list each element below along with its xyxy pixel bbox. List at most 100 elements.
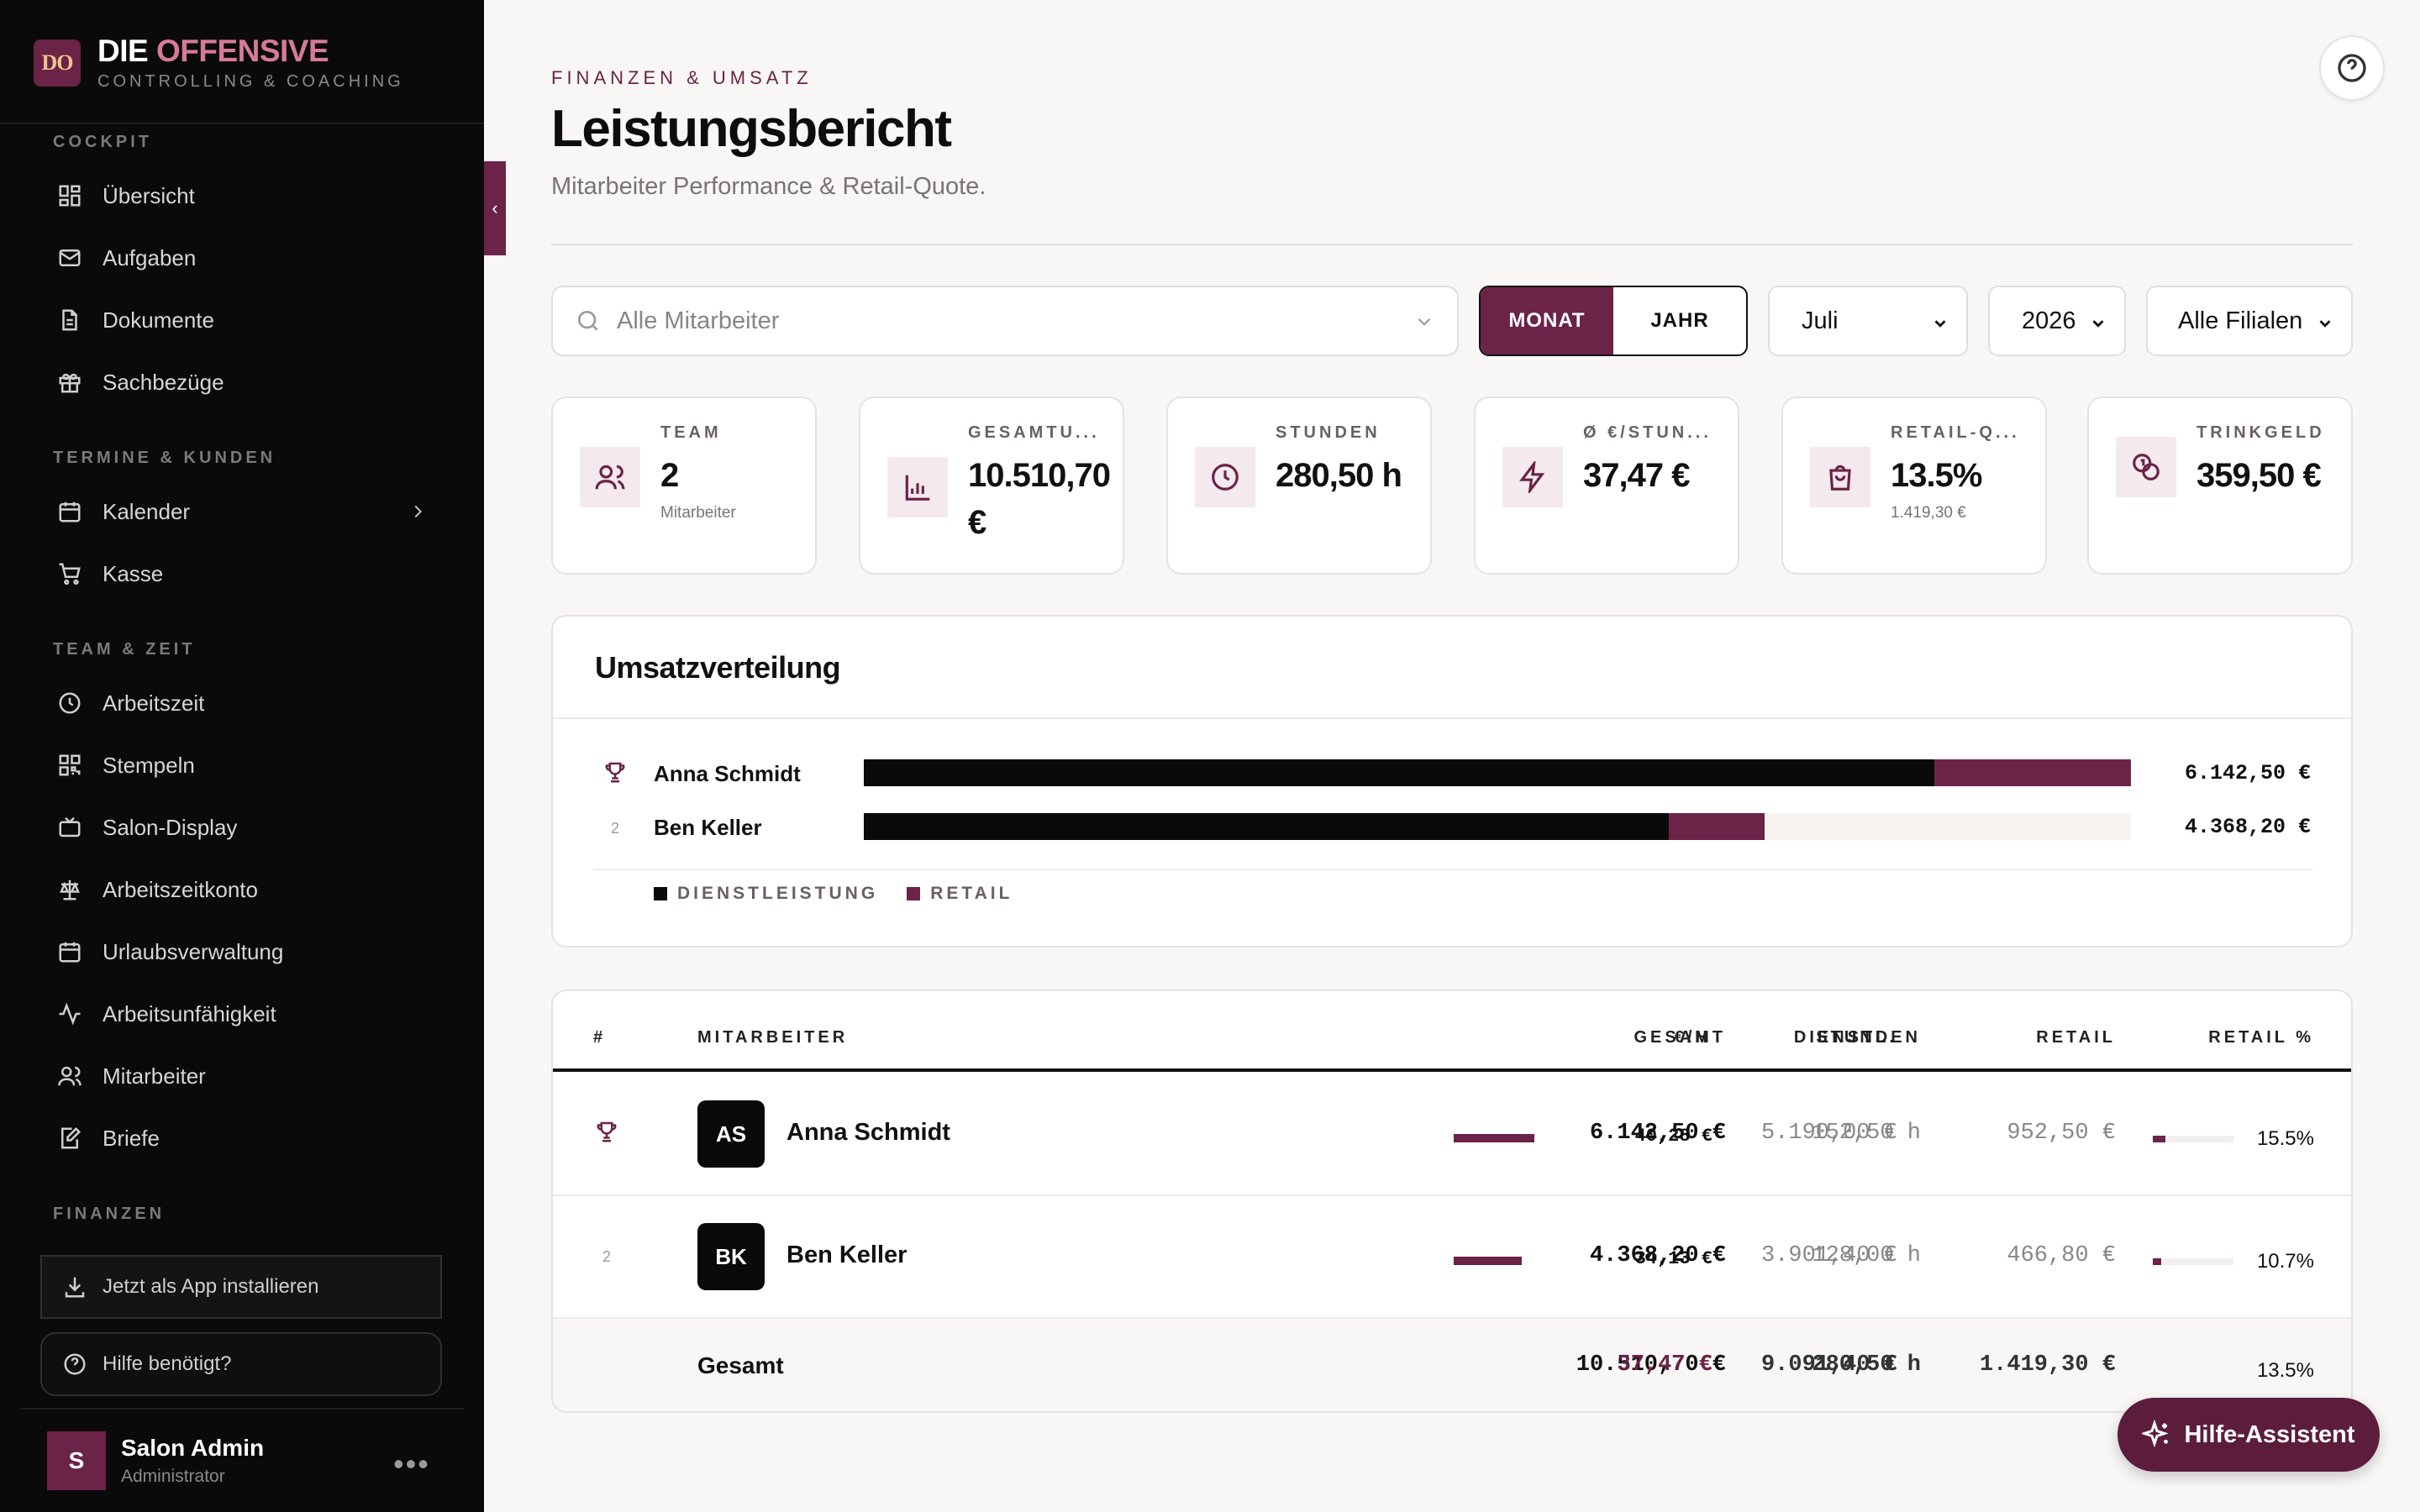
period-toggle[interactable]: MONAT JAHR (1479, 286, 1748, 356)
dist-value: 4.368,20 € (2184, 815, 2311, 839)
rank-number: 2 (602, 1248, 611, 1265)
coins-icon (2133, 454, 2160, 480)
sidebar-item-arbeitszeit[interactable]: Arbeitszeit (40, 677, 444, 729)
retail-pct-fill (2153, 1136, 2165, 1142)
sidebar-item-label: Sachbezüge (103, 369, 224, 395)
sidebar-item-mitarbeiter[interactable]: Mitarbeiter (40, 1050, 444, 1102)
eh-bar (1454, 1134, 1534, 1142)
kpi-gesamtumsatz: GESAMTU... 10.510,70 € (859, 396, 1124, 575)
kpi-value: 359,50 € (2196, 457, 2322, 494)
chevron-down-icon (2319, 320, 2331, 328)
search-placeholder: Alle Mitarbeiter (617, 307, 780, 334)
user-name: Salon Admin (121, 1435, 265, 1461)
sidebar-item-briefe[interactable]: Briefe (40, 1112, 444, 1164)
chart-legend: DIENSTLEISTUNG RETAIL (654, 884, 1013, 904)
kpi-team: TEAM 2 Mitarbeiter (551, 396, 817, 575)
kpi-label: TRINKGELD (2196, 423, 2325, 442)
rank-number: 2 (610, 820, 619, 837)
col-rank: # (593, 1028, 607, 1047)
dist-name: Anna Schmidt (654, 761, 801, 786)
col-eh[interactable]: €/H (1593, 1028, 1711, 1047)
col-mitarbeiter[interactable]: MITARBEITER (697, 1028, 848, 1047)
more-options-icon[interactable]: ••• (393, 1446, 430, 1482)
clock-icon (1212, 464, 1239, 491)
divider (553, 717, 2351, 719)
brand-subtitle: CONTROLLING & COACHING (97, 72, 404, 91)
total-eh: 37,47 € (1617, 1352, 1712, 1378)
cart-icon (59, 563, 81, 585)
sidebar-item-label: Mitarbeiter (103, 1063, 206, 1089)
total-retail-pct: 13.5% (2256, 1359, 2314, 1382)
sidebar-item-label: Kasse (103, 560, 164, 586)
kpi-retail-quote: RETAIL-Q... 13.5% 1.419,30 € (1781, 396, 2047, 575)
dist-bar-track (864, 759, 2131, 786)
scale-icon (60, 879, 80, 900)
sidebar-item-kalender[interactable]: Kalender (40, 486, 444, 538)
install-app-button[interactable]: Jetzt als App installieren (40, 1255, 442, 1319)
sidebar-item-sachbezuege[interactable]: Sachbezüge (40, 356, 444, 408)
cell-eh: 40,28 € (1634, 1126, 1712, 1147)
dist-bar-retail (1668, 813, 1765, 840)
bag-icon (1829, 465, 1851, 491)
sidebar-item-salon-display[interactable]: Salon-Display (40, 801, 444, 853)
dist-name: Ben Keller (654, 815, 762, 840)
sidebar-item-uebersicht[interactable]: Übersicht (40, 170, 444, 222)
col-dienstl[interactable]: DIENSTL. (1729, 1028, 1897, 1047)
toggle-month[interactable]: MONAT (1481, 287, 1613, 354)
sidebar-item-label: Arbeitsunfähigkeit (103, 1000, 276, 1026)
chevron-down-icon (1418, 318, 1431, 326)
brand[interactable]: DO DIE OFFENSIVE CONTROLLING & COACHING (34, 34, 404, 92)
help-circle-icon (2338, 54, 2366, 82)
retail-pct-track (2153, 1258, 2233, 1265)
toggle-year[interactable]: JAHR (1613, 287, 1746, 354)
legend-swatch (654, 887, 667, 900)
sidebar-item-arbeitsunfaehigkeit[interactable]: Arbeitsunfähigkeit (40, 988, 444, 1040)
cell-retail: 466,80 € (2007, 1243, 2116, 1268)
user-profile[interactable]: S Salon Admin Administrator (47, 1431, 264, 1490)
section-finanzen: FINANZEN (53, 1205, 166, 1223)
help-assistant-button[interactable]: Hilfe-Assistent (2118, 1398, 2380, 1472)
month-select[interactable]: Juli (1768, 286, 1968, 356)
help-circle-button[interactable] (2319, 35, 2385, 101)
sidebar-item-stempeln[interactable]: Stempeln (40, 739, 444, 791)
rank-first (600, 759, 630, 789)
avatar: AS (697, 1100, 765, 1168)
branch-select[interactable]: Alle Filialen (2146, 286, 2353, 356)
year-select[interactable]: 2026 (1988, 286, 2126, 356)
sidebar-item-aufgaben[interactable]: Aufgaben (40, 232, 444, 284)
kpi-euro-per-hour: Ø €/STUN... 37,47 € (1474, 396, 1739, 575)
sidebar-item-dokumente[interactable]: Dokumente (40, 294, 444, 346)
sidebar-item-arbeitszeitkonto[interactable]: Arbeitszeitkonto (40, 864, 444, 916)
clock-icon (59, 692, 81, 714)
file-icon (62, 309, 77, 331)
col-retail-pct[interactable]: RETAIL % (2149, 1028, 2314, 1047)
dist-bar-service (864, 759, 1935, 786)
page-title: Leistungsbericht (551, 100, 952, 158)
employee-search-input[interactable]: Alle Mitarbeiter (551, 286, 1459, 356)
sparkles-icon (2142, 1420, 2170, 1448)
sidebar-item-urlaubsverwaltung[interactable]: Urlaubsverwaltung (40, 926, 444, 978)
kpi-label: Ø €/STUN... (1583, 423, 1712, 442)
retail-pct-track (2153, 1136, 2233, 1142)
brand-title: DIE OFFENSIVE (97, 34, 329, 68)
sidebar-item-kasse[interactable]: Kasse (40, 548, 444, 600)
trophy-icon (597, 1121, 617, 1142)
cell-eh: 34,13 € (1634, 1248, 1712, 1269)
sidebar-item-label: Kalender (103, 498, 191, 524)
avatar: BK (697, 1223, 765, 1290)
tv-icon (59, 816, 81, 837)
sidebar-item-label: Briefe (103, 1125, 160, 1151)
gift-icon (59, 373, 81, 393)
help-button[interactable]: Hilfe benötigt? (40, 1332, 442, 1396)
col-retail[interactable]: RETAIL (1965, 1028, 2116, 1047)
sidebar-item-label: Arbeitszeit (103, 690, 205, 716)
legend-label: DIENSTLEISTUNG (677, 884, 879, 903)
qr-icon (59, 754, 81, 776)
divider (553, 1194, 2351, 1196)
legend-label: RETAIL (930, 884, 1013, 903)
dist-bar-retail (1934, 759, 2131, 786)
collapse-sidebar-button[interactable]: ‹ (484, 161, 506, 255)
chevron-down-icon (1934, 320, 1946, 328)
sidebar-item-label: Stempeln (103, 752, 195, 778)
kpi-label: RETAIL-Q... (1891, 423, 2020, 442)
